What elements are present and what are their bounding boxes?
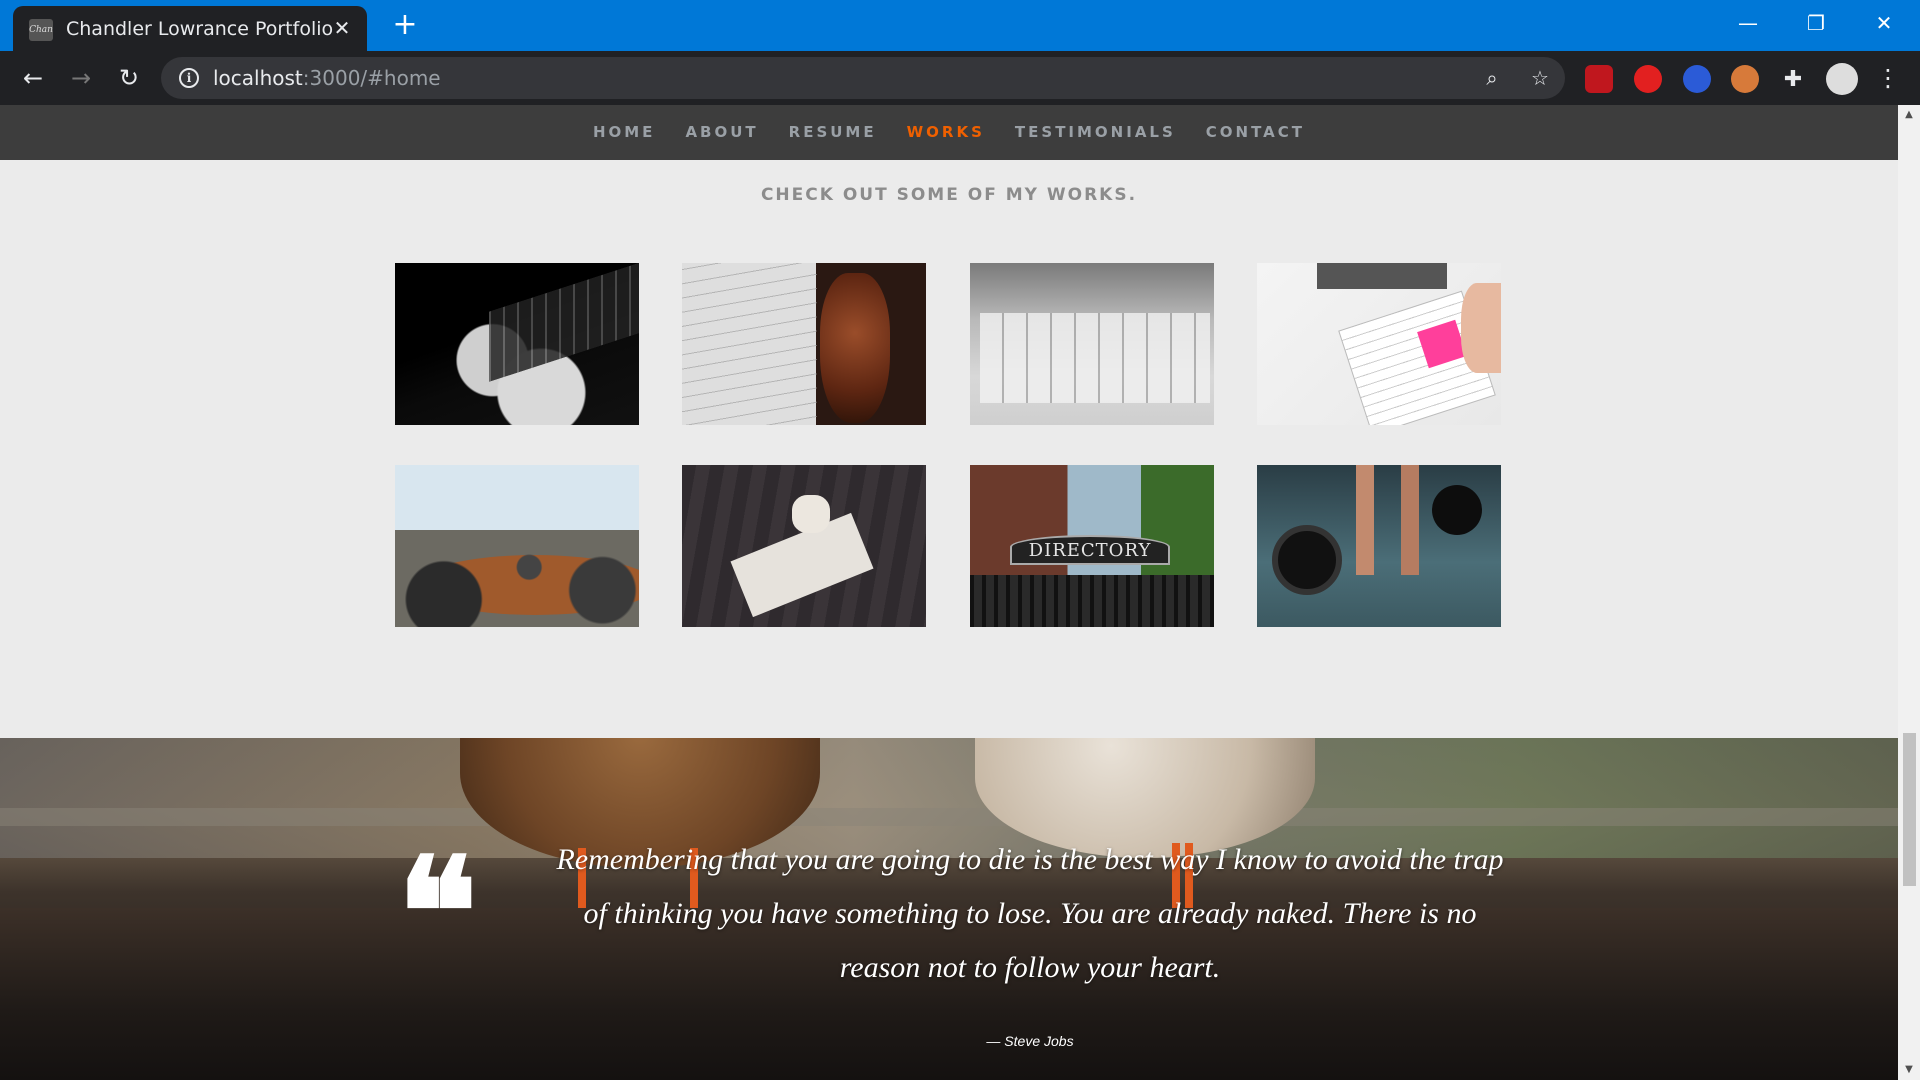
forward-icon[interactable]: → <box>66 63 96 93</box>
tab-favicon-icon: Chan <box>29 19 53 41</box>
page-viewport: HOME ABOUT RESUME WORKS TESTIMONIALS CON… <box>0 105 1898 1080</box>
work-thumbnail-planner[interactable] <box>1257 263 1501 425</box>
works-heading: CHECK OUT SOME OF MY WORKS. <box>760 185 1138 205</box>
minimize-icon[interactable]: — <box>1728 8 1768 38</box>
testimonial-author: — Steve Jobs <box>986 1033 1074 1049</box>
testimonial-quote: Remembering that you are going to die is… <box>556 843 1504 984</box>
nav-item-contact[interactable]: CONTACT <box>1206 123 1305 141</box>
site-info-icon[interactable]: i <box>179 68 199 88</box>
browser-tab[interactable]: Chan Chandler Lowrance Portfolio ✕ <box>13 6 367 51</box>
zoom-icon[interactable]: ⌕ <box>1479 65 1505 91</box>
quote-mark-icon: ❝ <box>397 825 478 1001</box>
glasses-extension-icon[interactable] <box>1731 65 1759 93</box>
nav-item-home[interactable]: HOME <box>593 123 655 141</box>
work-thumbnail-meeting[interactable] <box>395 465 639 627</box>
directory-sign-text: DIRECTORY <box>1010 535 1170 565</box>
bookmark-star-icon[interactable]: ☆ <box>1527 65 1553 91</box>
work-thumbnail-violin[interactable] <box>682 263 926 425</box>
tab-title: Chandler Lowrance Portfolio <box>66 18 334 40</box>
url-path: :3000/#home <box>302 66 441 90</box>
url-text[interactable]: localhost:3000/#home <box>213 66 441 90</box>
scrollbar-thumb[interactable] <box>1903 733 1916 886</box>
work-thumbnail-astronaut[interactable] <box>395 263 639 425</box>
adblock-extension-icon[interactable] <box>1634 65 1662 93</box>
new-tab-icon[interactable]: + <box>389 10 421 42</box>
work-thumbnail-book[interactable] <box>682 465 926 627</box>
extensions-puzzle-icon[interactable]: ✚ <box>1779 65 1807 93</box>
scroll-up-icon[interactable]: ▲ <box>1898 105 1920 125</box>
nav-item-testimonials[interactable]: TESTIMONIALS <box>1015 123 1176 141</box>
tab-close-icon[interactable]: ✕ <box>331 18 353 40</box>
pdf-extension-icon[interactable] <box>1585 65 1613 93</box>
nav-list: HOME ABOUT RESUME WORKS TESTIMONIALS CON… <box>0 123 1898 141</box>
nav-item-about[interactable]: ABOUT <box>685 123 758 141</box>
profile-avatar[interactable] <box>1826 63 1858 95</box>
browser-title-bar: Chan Chandler Lowrance Portfolio ✕ + — ❐… <box>0 0 1920 51</box>
testimonial-section: ❝ Remembering that you are going to die … <box>0 738 1898 1080</box>
restore-icon[interactable]: ❐ <box>1796 8 1836 38</box>
blocker-extension-icon[interactable] <box>1683 65 1711 93</box>
browser-toolbar: ← → ↻ i localhost:3000/#home ⌕ ☆ ✚ ⋮ <box>0 51 1920 105</box>
site-navigation: HOME ABOUT RESUME WORKS TESTIMONIALS CON… <box>0 105 1898 160</box>
reload-icon[interactable]: ↻ <box>114 63 144 93</box>
page-scrollbar[interactable]: ▲ ▼ <box>1898 105 1920 1080</box>
background-bridge <box>0 808 1898 826</box>
url-host: localhost <box>213 66 303 90</box>
window-close-icon[interactable]: ✕ <box>1864 8 1904 38</box>
back-icon[interactable]: ← <box>18 63 48 93</box>
scroll-down-icon[interactable]: ▼ <box>1898 1060 1920 1080</box>
nav-item-works[interactable]: WORKS <box>907 123 985 141</box>
work-thumbnail-keyboard[interactable] <box>970 263 1214 425</box>
address-bar[interactable]: i localhost:3000/#home ⌕ ☆ <box>161 57 1565 99</box>
work-thumbnail-directory[interactable]: DIRECTORY <box>970 465 1214 627</box>
work-thumbnail-barbell[interactable] <box>1257 465 1501 627</box>
nav-item-resume[interactable]: RESUME <box>789 123 877 141</box>
works-gallery: DIRECTORY <box>395 263 1501 627</box>
menu-dots-icon[interactable]: ⋮ <box>1873 63 1903 93</box>
